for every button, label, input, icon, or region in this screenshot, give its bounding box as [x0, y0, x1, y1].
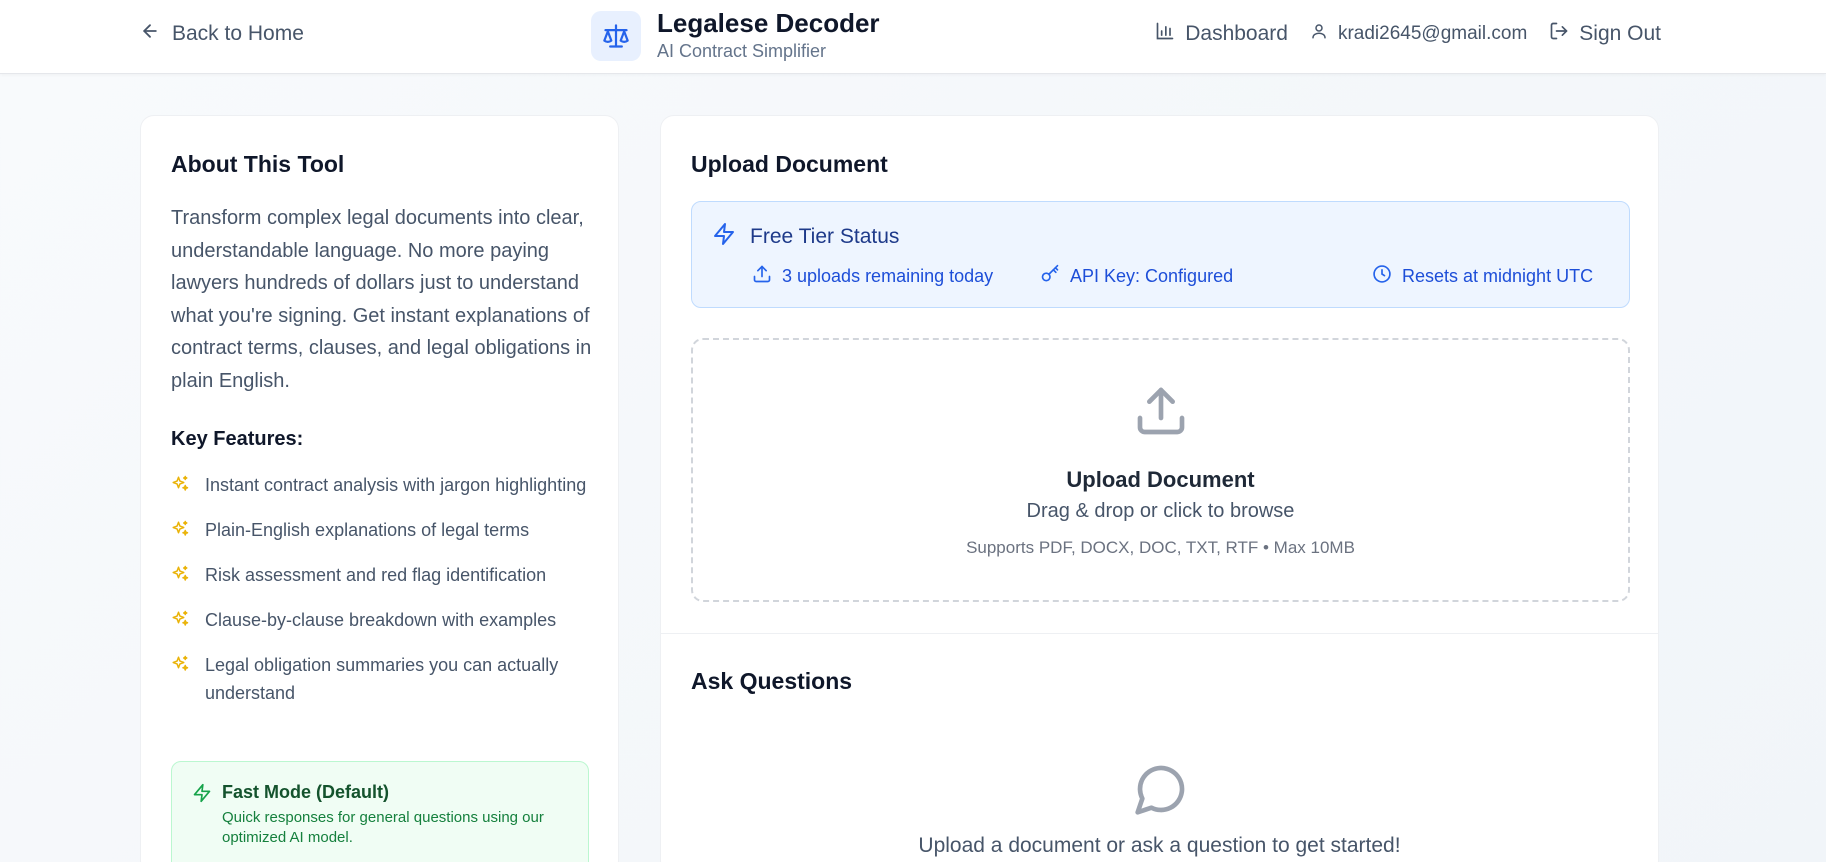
log-out-icon [1549, 21, 1569, 47]
app-subtitle: AI Contract Simplifier [657, 41, 827, 61]
ask-section-title: Ask Questions [691, 668, 853, 694]
dropzone-formats: Supports PDF, DOCX, DOC, TXT, RTF • Max … [966, 538, 1355, 557]
section-divider [661, 633, 1658, 634]
user-email: kradi2645@gmail.com [1337, 23, 1528, 44]
key-icon [1040, 264, 1060, 289]
upload-section-title: Upload Document [691, 151, 888, 177]
message-circle-icon [1133, 761, 1189, 822]
back-to-home-link[interactable]: Back to Home [140, 20, 304, 48]
dropzone-title: Upload Document [1066, 467, 1255, 492]
top-header: Back to Home Legalese Decoder AI Contrac… [0, 0, 1826, 74]
user-icon [1310, 22, 1328, 46]
sign-out-button[interactable]: Sign Out [1549, 21, 1661, 47]
dashboard-link[interactable]: Dashboard [1155, 21, 1288, 47]
features-list: Instant contract analysis with jargon hi… [171, 471, 596, 722]
main-card: Upload Document Free Tier Status 3 uploa… [660, 115, 1659, 862]
list-item: Clause-by-clause breakdown with examples [171, 606, 596, 636]
sparkles-icon [171, 516, 193, 546]
list-item: Risk assessment and red flag identificat… [171, 561, 596, 591]
back-to-home-label: Back to Home [172, 22, 304, 45]
bar-chart-icon [1155, 21, 1175, 47]
dropzone-subtitle: Drag & drop or click to browse [1026, 500, 1295, 522]
uploads-remaining: 3 uploads remaining today [752, 264, 993, 289]
sparkles-icon [171, 606, 193, 636]
tier-title: Free Tier Status [750, 224, 900, 248]
about-title: About This Tool [171, 151, 345, 177]
upload-icon [752, 264, 772, 289]
about-description: Transform complex legal documents into c… [171, 207, 592, 392]
upload-icon [1133, 383, 1189, 444]
list-item: Plain-English explanations of legal term… [171, 516, 596, 546]
header-nav: Dashboard kradi2645@gmail.com Sign Out [1155, 20, 1661, 48]
sparkles-icon [171, 471, 193, 501]
lightning-icon [192, 780, 212, 808]
ask-empty-state: Upload a document or ask a question to g… [918, 834, 1401, 857]
fast-mode-option[interactable]: Fast Mode (Default) Quick responses for … [171, 761, 589, 862]
dashboard-label: Dashboard [1185, 22, 1288, 45]
sign-out-label: Sign Out [1579, 22, 1661, 45]
features-title: Key Features: [171, 428, 304, 450]
arrow-left-icon [140, 21, 160, 47]
api-key-status: API Key: Configured [1040, 264, 1233, 289]
lightning-icon [712, 222, 736, 251]
fast-mode-description: Quick responses for general questions us… [222, 809, 544, 846]
sparkles-icon [171, 561, 193, 591]
reset-info: Resets at midnight UTC [1372, 264, 1593, 289]
file-dropzone[interactable]: Upload Document Drag & drop or click to … [691, 338, 1630, 602]
scale-icon [591, 11, 641, 61]
fast-mode-title: Fast Mode (Default) [222, 782, 390, 802]
list-item: Legal obligation summaries you can actua… [171, 651, 596, 707]
about-card: About This Tool Transform complex legal … [140, 115, 619, 862]
user-account[interactable]: kradi2645@gmail.com [1310, 22, 1527, 46]
sparkles-icon [171, 651, 193, 707]
app-title: Legalese Decoder [657, 8, 880, 38]
free-tier-status: Free Tier Status 3 uploads remaining tod… [691, 201, 1630, 308]
brand: Legalese Decoder AI Contract Simplifier [591, 9, 880, 63]
list-item: Instant contract analysis with jargon hi… [171, 471, 596, 501]
clock-icon [1372, 264, 1392, 289]
